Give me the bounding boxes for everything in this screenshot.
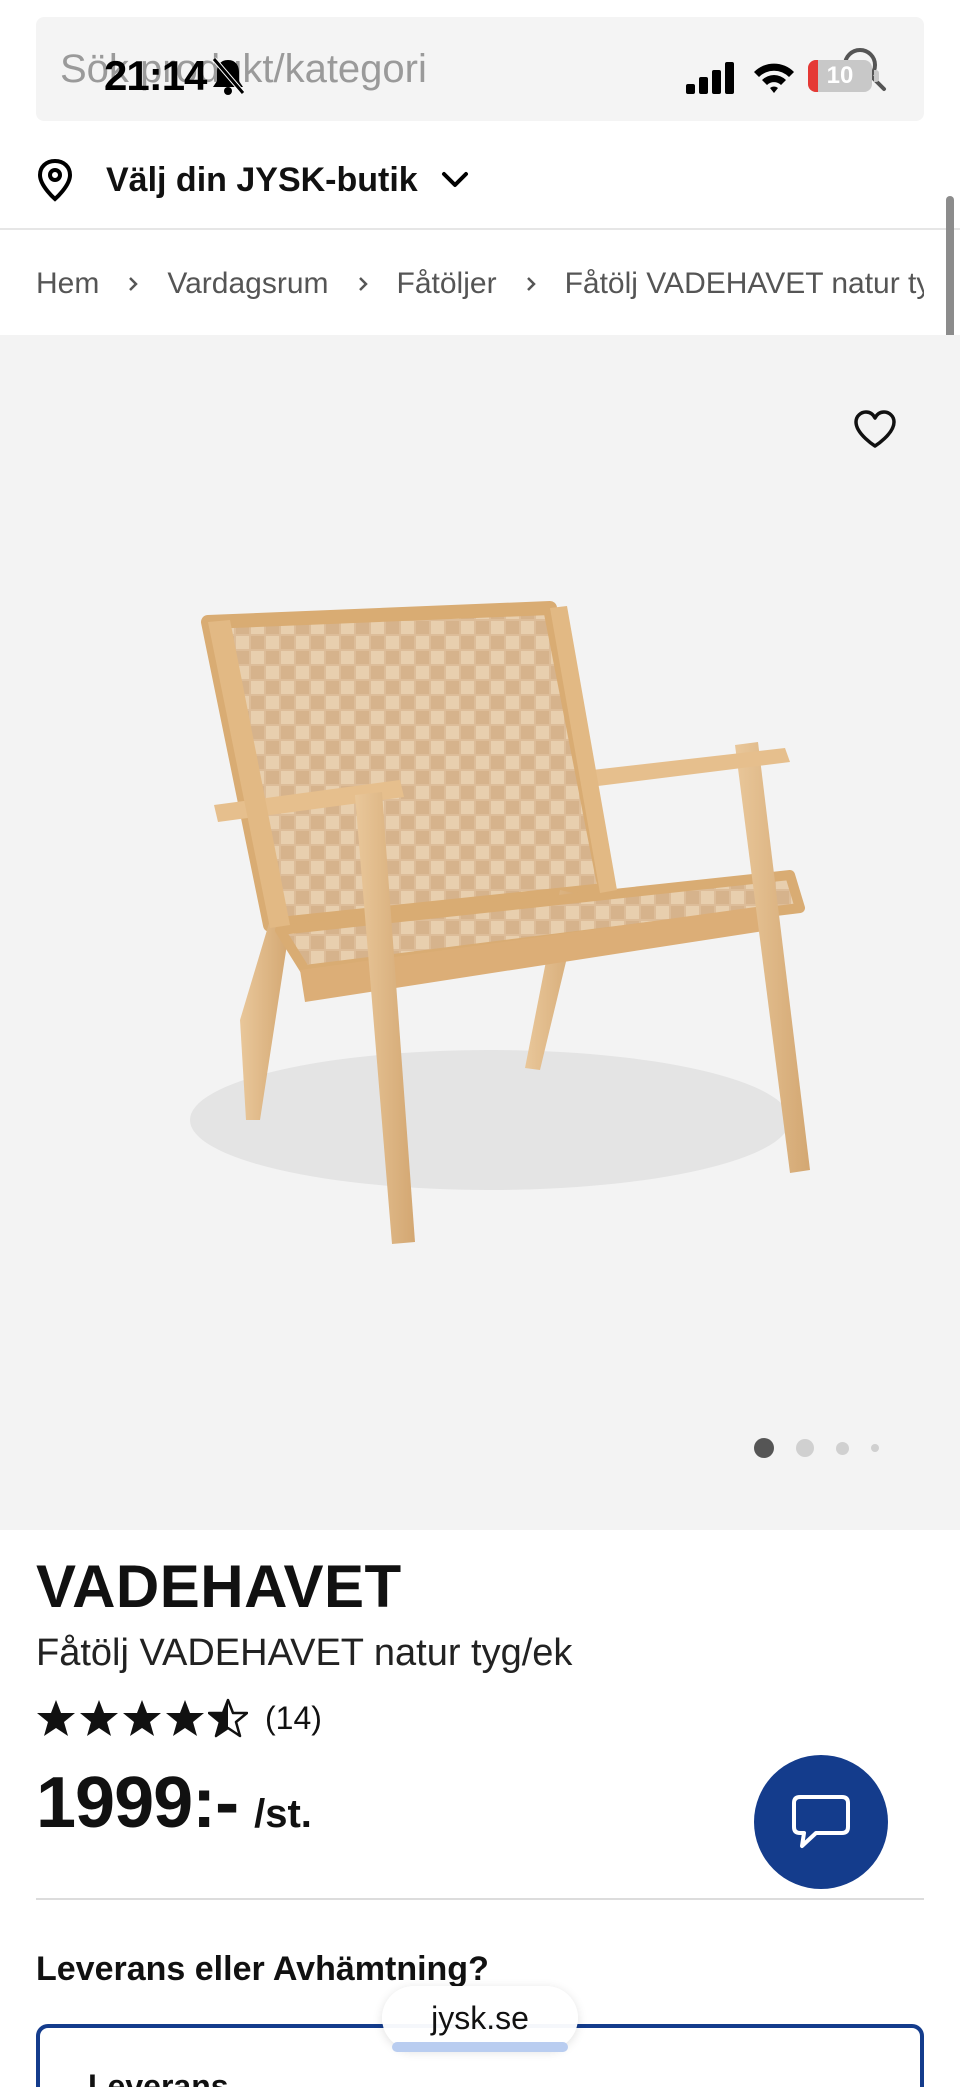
price-unit: /st. — [254, 1792, 312, 1836]
chat-bubble-icon — [792, 1795, 850, 1848]
store-label: Välj din JYSK-butik — [106, 160, 418, 199]
breadcrumb-item-armchairs[interactable]: Fåtöljer — [397, 267, 497, 301]
store-selector[interactable]: Välj din JYSK-butik — [36, 150, 470, 210]
star-half-icon — [208, 1698, 248, 1738]
gallery-dot[interactable] — [796, 1439, 814, 1457]
section-divider — [36, 1898, 924, 1900]
star-icon — [123, 1700, 161, 1736]
browser-url-bar[interactable]: jysk.se — [382, 1986, 578, 2050]
star-icon — [37, 1700, 75, 1736]
product-brand: VADEHAVET — [36, 1553, 402, 1620]
review-count: (14) — [265, 1699, 322, 1736]
delivery-heading: Leverans eller Avhämtning? — [36, 1950, 489, 1988]
gallery-dot[interactable] — [836, 1441, 849, 1455]
chevron-right-icon — [526, 277, 536, 291]
product-price: 1999:- — [36, 1763, 239, 1843]
battery-icon: 10 — [808, 60, 872, 92]
product-image — [190, 601, 810, 1244]
delivery-option-label: Leverans — [88, 2068, 229, 2087]
chevron-right-icon — [358, 277, 368, 291]
wifi-icon — [754, 63, 794, 93]
gallery-dot[interactable] — [871, 1444, 879, 1452]
breadcrumb: Hem Vardagsrum Fåtöljer Fåtölj VADEHAVET… — [36, 262, 924, 306]
breadcrumb-item-home[interactable]: Hem — [36, 267, 99, 301]
battery-level: 10 — [826, 62, 854, 89]
header-divider — [0, 228, 960, 230]
breadcrumb-item-living-room[interactable]: Vardagsrum — [167, 267, 328, 301]
gallery-dot-active[interactable] — [754, 1438, 774, 1458]
price-row: 1999:- /st. — [36, 1762, 312, 1844]
product-rating[interactable]: (14) — [36, 1690, 322, 1746]
battery-tip — [874, 70, 879, 82]
star-icon — [166, 1700, 204, 1736]
bell-slash-icon — [212, 57, 245, 95]
chevron-down-icon — [441, 172, 468, 187]
star-icon — [80, 1700, 118, 1736]
product-name: Fåtölj VADEHAVET natur tyg/ek — [36, 1632, 573, 1674]
signal-icon — [686, 62, 734, 94]
url-bar-glow — [392, 2042, 568, 2052]
chat-button[interactable] — [754, 1755, 888, 1889]
breadcrumb-item-current: Fåtölj VADEHAVET natur tyg/ek — [564, 267, 924, 300]
status-time: 21:14 — [104, 52, 207, 99]
chevron-right-icon — [129, 277, 139, 291]
location-pin-icon — [37, 158, 73, 202]
gallery-pagination — [754, 1436, 901, 1460]
heart-icon[interactable] — [852, 408, 898, 450]
